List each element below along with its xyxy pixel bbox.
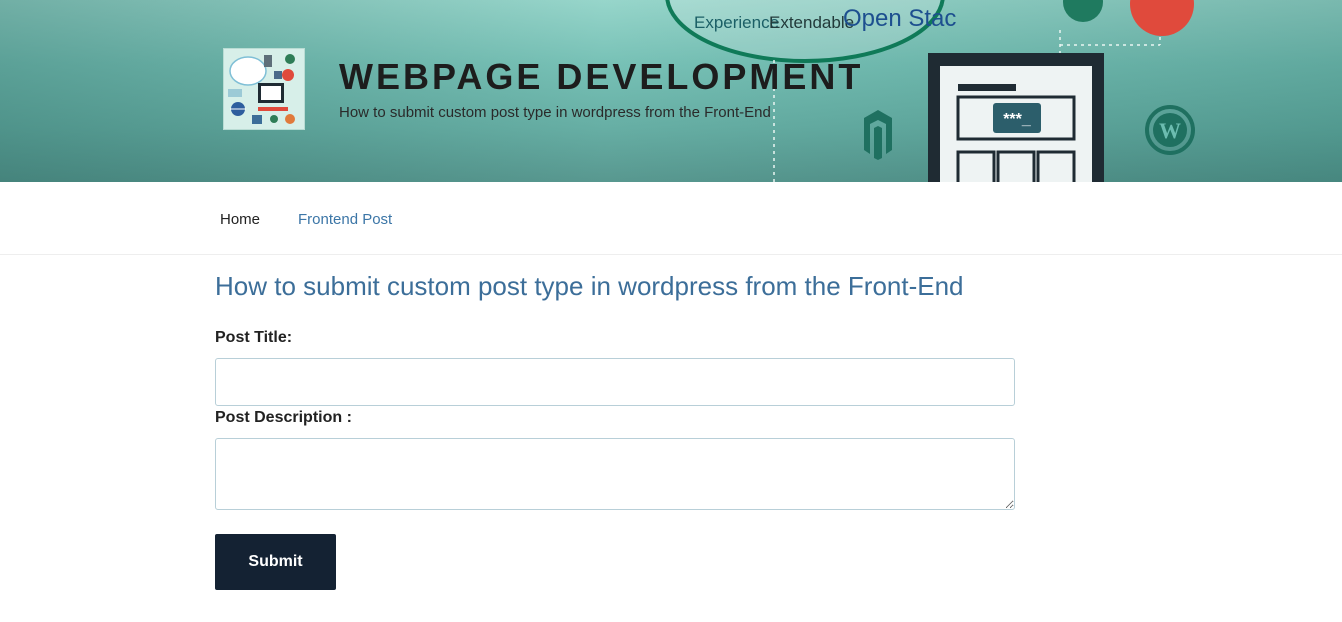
nav-item-home[interactable]: Home <box>220 211 260 228</box>
chat-bubble-icon <box>1063 0 1103 22</box>
login-window-illustration: ***_ <box>928 53 1104 182</box>
site-tagline: How to submit custom post type in wordpr… <box>339 104 771 121</box>
post-description-label: Post Description : <box>215 409 352 426</box>
post-title-input[interactable] <box>215 358 1015 406</box>
site-title[interactable]: WEBPAGE DEVELOPMENT <box>339 56 863 98</box>
post-title-label: Post Title: <box>215 329 293 346</box>
main-navigation: Home Frontend Post <box>0 182 1342 255</box>
svg-text:W: W <box>1159 118 1181 143</box>
site-header: Experience Extendable Open Stac W ***_ W… <box>0 0 1342 182</box>
site-logo[interactable] <box>223 48 305 130</box>
wordpress-icon: W <box>1145 105 1195 155</box>
post-description-textarea[interactable] <box>215 438 1015 510</box>
logo-graphic <box>228 54 295 124</box>
magento-icon <box>864 110 892 160</box>
password-mask-text: ***_ <box>1003 111 1032 128</box>
banner-word-open-stack: Open Stac <box>843 5 956 32</box>
nav-item-frontend-post[interactable]: Frontend Post <box>298 211 392 228</box>
red-circle-icon <box>1130 0 1194 36</box>
page-title: How to submit custom post type in wordpr… <box>215 271 964 301</box>
submit-button[interactable]: Submit <box>215 534 336 590</box>
banner-word-experience: Experience <box>694 13 779 32</box>
banner-word-extendable: Extendable <box>769 13 854 32</box>
